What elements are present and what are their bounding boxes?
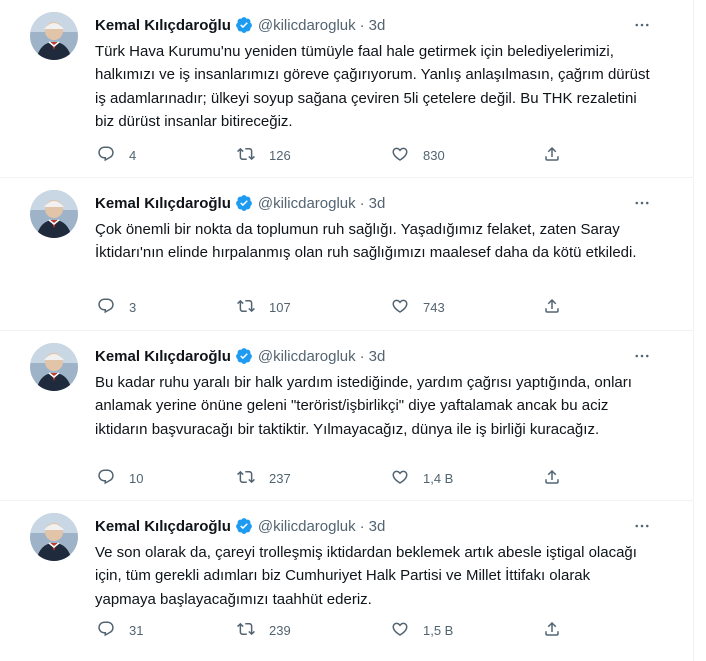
retweet-button[interactable]: 126: [237, 145, 291, 166]
retweet-icon: [237, 297, 255, 318]
separator: ·: [359, 347, 365, 365]
share-icon: [543, 297, 561, 318]
timestamp[interactable]: 3d: [369, 17, 386, 34]
share-button[interactable]: [543, 620, 561, 641]
tweet[interactable]: Kemal Kılıçdaroğlu @kilicdarogluk · 3d V…: [0, 501, 693, 661]
like-count: 1,4 B: [423, 470, 454, 486]
avatar[interactable]: [30, 12, 78, 60]
like-icon: [391, 145, 409, 166]
reply-button[interactable]: 10: [97, 468, 143, 489]
tweet-header: Kemal Kılıçdaroğlu @kilicdarogluk · 3d: [95, 14, 653, 36]
tweet-text: Ve son olarak da, çareyi trolleşmiş ikti…: [95, 544, 637, 608]
tweet-text: Bu kadar ruhu yaralı bir halk yardım ist…: [95, 374, 632, 438]
retweet-icon: [237, 468, 255, 489]
like-count: 743: [423, 299, 445, 315]
author-name[interactable]: Kemal Kılıçdaroğlu: [95, 17, 231, 34]
like-icon: [391, 620, 409, 641]
timestamp[interactable]: 3d: [369, 195, 386, 212]
share-icon: [543, 620, 561, 641]
more-options-icon[interactable]: [631, 345, 653, 367]
like-button[interactable]: 1,4 B: [391, 468, 453, 489]
tweet-actions: 4 126 830: [95, 144, 573, 166]
more-options-icon[interactable]: [631, 515, 653, 537]
share-icon: [543, 145, 561, 166]
author-name[interactable]: Kemal Kılıçdaroğlu: [95, 518, 231, 535]
like-button[interactable]: 743: [391, 297, 445, 318]
retweet-count: 239: [269, 622, 291, 638]
separator: ·: [359, 194, 365, 212]
tweet-header: Kemal Kılıçdaroğlu @kilicdarogluk · 3d: [95, 515, 653, 537]
tweet[interactable]: Kemal Kılıçdaroğlu @kilicdarogluk · 3d Ç…: [0, 178, 693, 331]
reply-icon: [97, 145, 115, 166]
avatar[interactable]: [30, 343, 78, 391]
retweet-icon: [237, 145, 255, 166]
tweet-text: Türk Hava Kurumu'nu yeniden tümüyle faal…: [95, 43, 650, 131]
reply-count: 3: [129, 299, 137, 315]
author-handle[interactable]: @kilicdarogluk: [258, 17, 356, 34]
avatar[interactable]: [30, 190, 78, 238]
like-count: 830: [423, 147, 445, 163]
tweet-text: Çok önemli bir nokta da toplumun ruh sağ…: [95, 221, 637, 262]
retweet-icon: [237, 620, 255, 641]
tweet-header: Kemal Kılıçdaroğlu @kilicdarogluk · 3d: [95, 345, 653, 367]
more-options-icon[interactable]: [631, 192, 653, 214]
verified-badge-icon: [235, 517, 253, 535]
reply-count: 31: [129, 622, 144, 638]
timestamp[interactable]: 3d: [369, 348, 386, 365]
author-name[interactable]: Kemal Kılıçdaroğlu: [95, 195, 231, 212]
like-icon: [391, 468, 409, 489]
more-options-icon[interactable]: [631, 14, 653, 36]
retweet-button[interactable]: 237: [237, 468, 291, 489]
retweet-count: 237: [269, 470, 291, 486]
verified-badge-icon: [235, 16, 253, 34]
reply-count: 4: [129, 147, 137, 163]
timestamp[interactable]: 3d: [369, 518, 386, 535]
reply-icon: [97, 468, 115, 489]
share-button[interactable]: [543, 297, 561, 318]
reply-button[interactable]: 31: [97, 620, 143, 641]
timeline: Kemal Kılıçdaroğlu @kilicdarogluk · 3d T…: [0, 0, 706, 661]
author-handle[interactable]: @kilicdarogluk: [258, 348, 356, 365]
verified-badge-icon: [235, 194, 253, 212]
separator: ·: [359, 16, 365, 34]
tweet-header: Kemal Kılıçdaroğlu @kilicdarogluk · 3d: [95, 192, 653, 214]
author-name[interactable]: Kemal Kılıçdaroğlu: [95, 348, 231, 365]
reply-count: 10: [129, 470, 144, 486]
tweet[interactable]: Kemal Kılıçdaroğlu @kilicdarogluk · 3d B…: [0, 331, 693, 501]
share-button[interactable]: [543, 468, 561, 489]
avatar[interactable]: [30, 513, 78, 561]
like-icon: [391, 297, 409, 318]
retweet-count: 126: [269, 147, 291, 163]
author-handle[interactable]: @kilicdarogluk: [258, 518, 356, 535]
reply-button[interactable]: 3: [97, 297, 136, 318]
retweet-button[interactable]: 107: [237, 297, 291, 318]
author-handle[interactable]: @kilicdarogluk: [258, 195, 356, 212]
tweet-actions: 10 237 1,4 B: [95, 467, 573, 489]
separator: ·: [359, 517, 365, 535]
tweet[interactable]: Kemal Kılıçdaroğlu @kilicdarogluk · 3d T…: [0, 0, 693, 178]
tweet-actions: 31 239 1,5 B: [95, 619, 573, 641]
like-count: 1,5 B: [423, 622, 454, 638]
retweet-button[interactable]: 239: [237, 620, 291, 641]
reply-button[interactable]: 4: [97, 145, 136, 166]
reply-icon: [97, 297, 115, 318]
verified-badge-icon: [235, 347, 253, 365]
share-button[interactable]: [543, 145, 561, 166]
retweet-count: 107: [269, 299, 291, 315]
reply-icon: [97, 620, 115, 641]
like-button[interactable]: 1,5 B: [391, 620, 453, 641]
share-icon: [543, 468, 561, 489]
like-button[interactable]: 830: [391, 145, 445, 166]
tweet-actions: 3 107 743: [95, 296, 573, 318]
